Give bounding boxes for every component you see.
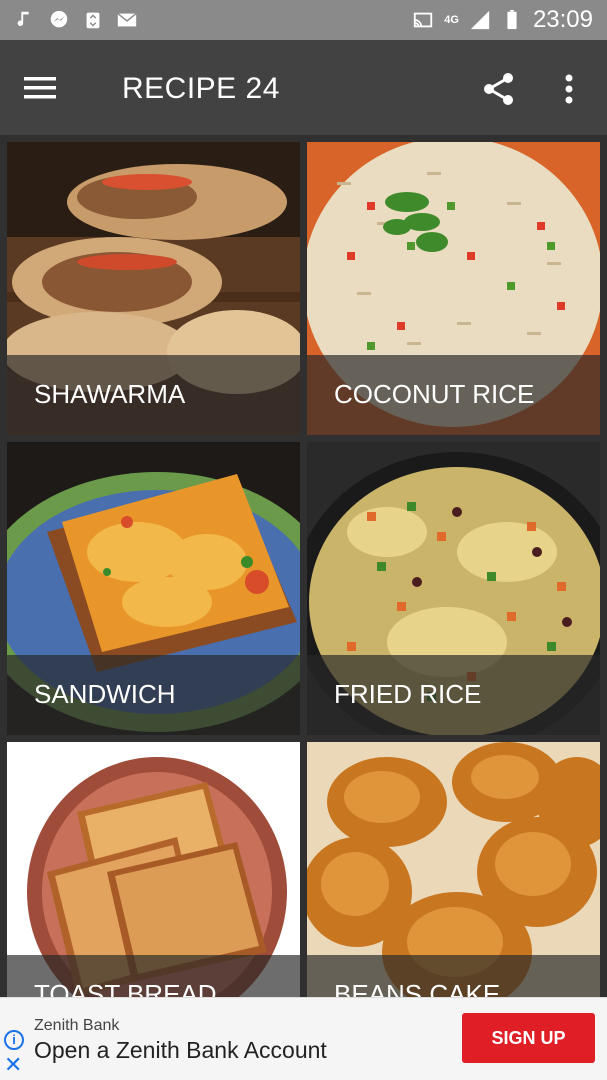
status-bar: 4G 23:09 [0, 0, 607, 40]
recipe-tile-sandwich[interactable]: SANDWICH [7, 442, 300, 735]
hamburger-menu-icon[interactable] [22, 73, 58, 103]
page-title: RECIPE 24 [122, 72, 280, 105]
cast-icon [414, 12, 433, 28]
messenger-icon [50, 10, 68, 28]
music-note-icon [17, 11, 29, 26]
tile-caption: TOAST BREAD [7, 955, 300, 997]
tile-caption: FRIED RICE [307, 655, 600, 735]
ad-close-icon[interactable]: ✕ [4, 1054, 22, 1076]
notification-icons [14, 9, 138, 31]
ad-advertiser: Zenith Bank [34, 1017, 120, 1034]
ad-info-icon[interactable]: i [4, 1030, 24, 1050]
recipe-tile-fried-rice[interactable]: FRIED RICE [307, 442, 600, 735]
recipe-label: SHAWARMA [34, 379, 186, 409]
recipe-label: BEANS CAKE [334, 979, 501, 997]
clock: 23:09 [532, 6, 593, 33]
ad-headline: Open a Zenith Bank Account [34, 1037, 327, 1063]
battery-icon [507, 9, 517, 30]
recipe-label: COCONUT RICE [334, 379, 535, 409]
recipe-label: SANDWICH [34, 679, 176, 709]
share-icon[interactable] [480, 70, 518, 108]
signal-icon [470, 10, 490, 30]
network-type: 4G [444, 14, 459, 26]
recipe-tile-toast-bread[interactable]: TOAST BREAD [7, 742, 300, 997]
recipe-grid: SHAWARMA COCONUT RICE SANDWICH FRIED RIC… [0, 135, 607, 997]
mail-icon [117, 13, 137, 27]
tile-caption: SHAWARMA [7, 355, 300, 435]
recipe-label: FRIED RICE [334, 679, 482, 709]
app-bar: RECIPE 24 [0, 40, 607, 135]
ad-banner[interactable]: i ✕ Zenith Bank Open a Zenith Bank Accou… [0, 997, 607, 1080]
system-icons: 4G 23:09 [412, 6, 593, 34]
recipe-tile-shawarma[interactable]: SHAWARMA [7, 142, 300, 435]
tile-caption: COCONUT RICE [307, 355, 600, 435]
recycle-icon [86, 12, 100, 29]
recipe-tile-beans-cake[interactable]: BEANS CAKE [307, 742, 600, 997]
more-vert-icon[interactable] [556, 70, 582, 108]
tile-caption: SANDWICH [7, 655, 300, 735]
sign-up-button[interactable]: SIGN UP [462, 1013, 595, 1063]
recipe-label: TOAST BREAD [34, 979, 217, 997]
recipe-tile-coconut-rice[interactable]: COCONUT RICE [307, 142, 600, 435]
tile-caption: BEANS CAKE [307, 955, 600, 997]
